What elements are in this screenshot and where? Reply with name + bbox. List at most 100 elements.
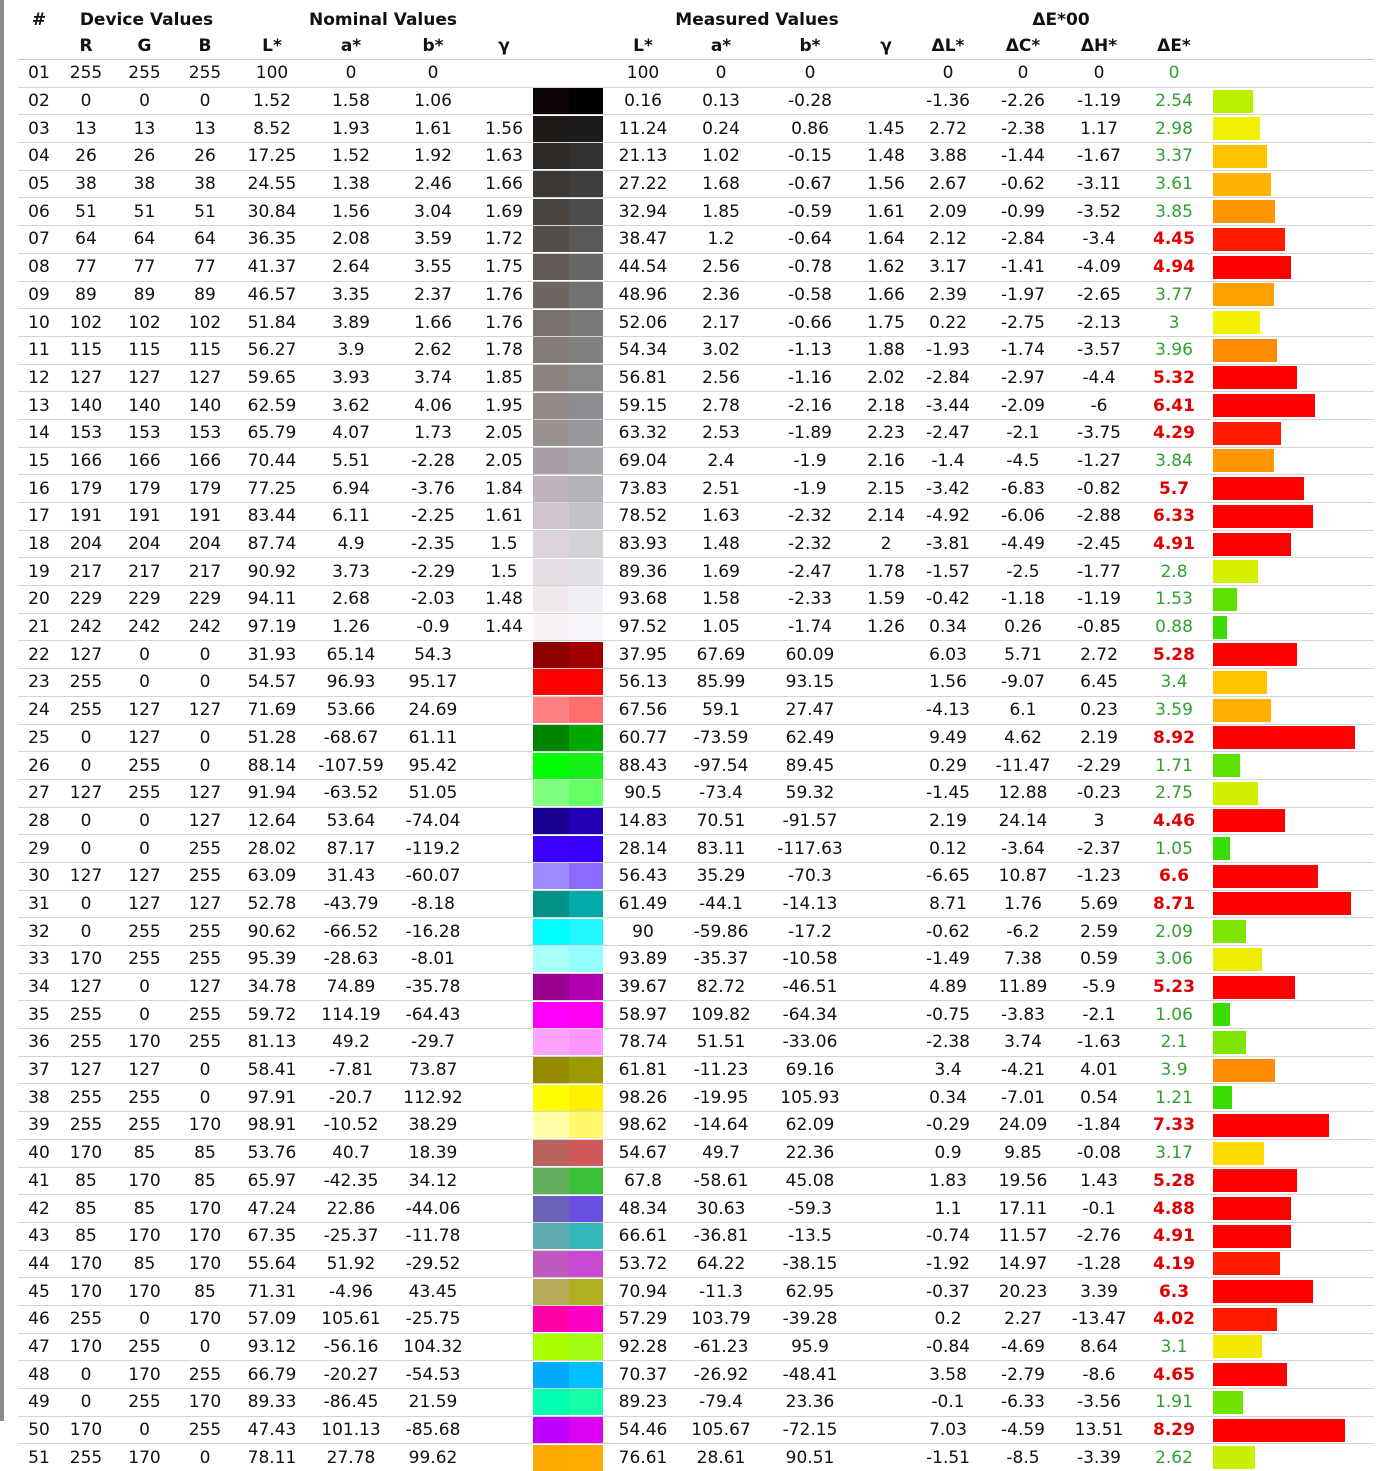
measured-gamma: 1.45 — [861, 114, 911, 143]
measured-b: 0 — [759, 59, 861, 88]
swatch-measured — [569, 1000, 603, 1029]
nominal-b: 73.87 — [391, 1055, 475, 1084]
table-row: 28 0 0 127 12.64 53.64 -74.04 14.83 70.51 -91.57 2… — [18, 806, 1374, 835]
nominal-a: -66.52 — [311, 917, 391, 946]
nominal-b: 1.66 — [391, 308, 475, 337]
device-r: 170 — [60, 1249, 112, 1278]
delta-h: -3.75 — [1061, 418, 1137, 448]
swatch-measured — [569, 751, 603, 780]
table-row: 32 0 255 255 90.62 -66.52 -16.28 90 -59.86 -17.2-… — [18, 917, 1374, 946]
device-g: 170 — [112, 1221, 177, 1251]
device-r: 255 — [60, 1000, 112, 1029]
delta-h: -2.88 — [1061, 502, 1137, 531]
header-nominal-gamma: γ — [498, 35, 510, 56]
nominal-a: 1.58 — [311, 86, 391, 115]
nominal-gamma — [475, 1166, 533, 1195]
swatch-measured — [569, 1332, 603, 1361]
swatch-nominal — [533, 391, 569, 420]
measured-gamma — [861, 1443, 911, 1471]
measured-l: 48.34 — [603, 1194, 683, 1223]
swatch-measured-color — [569, 1140, 603, 1167]
nominal-a: 53.64 — [311, 806, 391, 835]
device-r: 170 — [60, 1138, 112, 1167]
swatch-measured-color — [569, 1057, 603, 1084]
delta-e: 2.09 — [1137, 917, 1211, 946]
nominal-gamma — [475, 1249, 533, 1278]
swatch-nominal-color — [533, 641, 569, 668]
measured-l: 14.83 — [603, 806, 683, 835]
measured-a: 2.17 — [683, 308, 759, 337]
row-index: 44 — [18, 1249, 60, 1278]
swatch-nominal-color — [533, 1140, 569, 1167]
nominal-b: 3.59 — [391, 225, 475, 254]
measured-a: 105.67 — [683, 1415, 759, 1444]
nominal-gamma — [475, 668, 533, 697]
nominal-gamma — [475, 1138, 533, 1167]
delta-e-bar-fill — [1213, 1030, 1246, 1054]
nominal-b: 54.3 — [391, 640, 475, 669]
device-r: 0 — [60, 889, 112, 918]
delta-e-bar — [1211, 834, 1374, 863]
delta-e-bar — [1211, 446, 1374, 475]
measured-b: -10.58 — [759, 945, 861, 974]
nominal-b: 3.04 — [391, 197, 475, 226]
delta-e: 4.29 — [1137, 418, 1211, 448]
delta-e-bar-fill — [1213, 1141, 1264, 1165]
device-g: 170 — [112, 1443, 177, 1471]
delta-l: -2.47 — [911, 418, 985, 448]
delta-c: 3.74 — [985, 1028, 1061, 1057]
delta-h: 3.39 — [1061, 1277, 1137, 1306]
swatch-measured-color — [569, 558, 603, 585]
delta-h: -1.27 — [1061, 446, 1137, 475]
delta-l: -0.29 — [911, 1111, 985, 1140]
swatch-measured — [569, 695, 603, 724]
table-row: 51 255 170 0 78.11 27.78 99.62 76.61 28.61 90.51 -… — [18, 1443, 1374, 1471]
delta-e-bar — [1211, 1166, 1374, 1195]
row-index: 31 — [18, 889, 60, 918]
nominal-gamma: 1.56 — [475, 114, 533, 143]
nominal-l: 95.39 — [233, 945, 311, 974]
table-row: 25 0 127 0 51.28 -68.67 61.11 60.77 -73.59 62.49 9… — [18, 723, 1374, 752]
nominal-b: -29.7 — [391, 1028, 475, 1057]
delta-l: 0.12 — [911, 834, 985, 863]
device-b: 0 — [177, 640, 233, 669]
delta-l: -0.42 — [911, 585, 985, 614]
measured-l: 37.95 — [603, 640, 683, 669]
device-b: 64 — [177, 225, 233, 254]
swatch-nominal — [533, 86, 569, 115]
device-b: 85 — [177, 1166, 233, 1195]
delta-e-bar — [1211, 695, 1374, 724]
nominal-l: 59.65 — [233, 363, 311, 392]
nominal-a: 31.43 — [311, 861, 391, 891]
delta-e: 3.96 — [1137, 335, 1211, 365]
delta-e-bar-fill — [1213, 366, 1297, 390]
table-row: 45 170 170 85 71.31 -4.96 43.45 70.94 -11.3 62.95… — [18, 1277, 1374, 1306]
measured-l: 67.8 — [603, 1166, 683, 1195]
measured-b: 90.51 — [759, 1443, 861, 1471]
nominal-b: -85.68 — [391, 1415, 475, 1444]
measured-b: -1.74 — [759, 612, 861, 641]
measured-b: 89.45 — [759, 751, 861, 780]
device-r: 89 — [60, 280, 112, 309]
device-g: 127 — [112, 889, 177, 918]
delta-c: -6.33 — [985, 1388, 1061, 1417]
measured-l: 54.46 — [603, 1415, 683, 1444]
nominal-l: 17.25 — [233, 142, 311, 171]
delta-c: -4.59 — [985, 1415, 1061, 1444]
measured-l: 38.47 — [603, 225, 683, 254]
swatch-measured — [569, 917, 603, 946]
row-index: 02 — [18, 86, 60, 115]
swatch-measured — [569, 1249, 603, 1278]
nominal-b: -60.07 — [391, 861, 475, 891]
nominal-gamma: 1.76 — [475, 280, 533, 309]
measured-a: -59.86 — [683, 917, 759, 946]
delta-h: -3.39 — [1061, 1443, 1137, 1471]
measured-gamma: 1.26 — [861, 612, 911, 641]
swatch-measured-color — [569, 171, 603, 198]
nominal-b: -8.18 — [391, 889, 475, 918]
delta-h: -2.76 — [1061, 1221, 1137, 1251]
delta-e-bar — [1211, 1221, 1374, 1251]
delta-c: -4.69 — [985, 1332, 1061, 1361]
device-r: 170 — [60, 1332, 112, 1361]
measured-l: 58.97 — [603, 1000, 683, 1029]
